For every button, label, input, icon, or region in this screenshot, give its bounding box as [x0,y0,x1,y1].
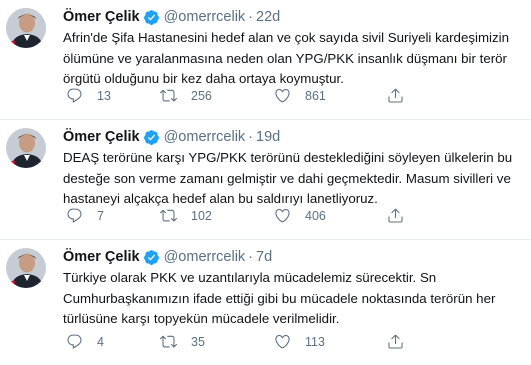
tweet-text: DEAŞ terörüne karşı YPG/PKK terörünü des… [63,148,521,210]
reply-button[interactable]: 13 [66,87,111,104]
tweet-text: Afrin'de Şifa Hastanesini hedef alan ve … [63,28,521,90]
avatar[interactable] [6,128,46,168]
retweet-count: 256 [191,88,212,103]
tweet-text-line: türlüsüne karşı topyekün mücadele verilm… [63,311,340,326]
tweet-timestamp[interactable]: 22d [256,8,280,26]
tweet[interactable]: Ömer Çelik @omerrcelik · 22d Afrin'de Şi… [0,0,531,120]
heart-icon [275,208,290,223]
author-handle[interactable]: @omerrcelik [164,248,246,266]
tweet-header: Ömer Çelik @omerrcelik · 22d [63,8,521,26]
retweet-button[interactable]: 35 [160,333,205,350]
tweet-timestamp[interactable]: 19d [256,128,280,146]
tweet-text-line: ölümüne ve yaralanmasına neden olan YPG/… [63,50,507,66]
tweet-text-line: Afrin'de Şifa Hastanesini hedef alan ve … [63,30,509,45]
separator-dot: · [248,9,254,25]
tweet-timeline: Ömer Çelik @omerrcelik · 22d Afrin'de Şi… [0,0,531,365]
tweet[interactable]: Ömer Çelik @omerrcelik · 7d Türkiye olar… [0,240,531,365]
tweet-header: Ömer Çelik @omerrcelik · 19d [63,128,521,146]
tweet-actions: 13 256 861 [66,87,406,107]
reply-count: 7 [97,208,104,223]
share-icon [388,208,403,223]
tweet-header: Ömer Çelik @omerrcelik · 7d [63,248,521,266]
tweet-actions: 4 35 113 [66,333,406,353]
reply-icon [67,208,82,223]
like-button[interactable]: 406 [274,207,326,224]
verified-badge-icon [143,9,159,25]
author-handle[interactable]: @omerrcelik [164,128,246,146]
retweet-icon [160,209,177,222]
verified-badge-icon [143,249,159,265]
retweet-button[interactable]: 102 [160,207,212,224]
tweet[interactable]: Ömer Çelik @omerrcelik · 19d DEAŞ terörü… [0,120,531,240]
share-button[interactable] [387,87,404,104]
author-name[interactable]: Ömer Çelik [63,8,140,26]
reply-button[interactable]: 4 [66,333,104,350]
tweet-actions: 7 102 406 [66,207,406,227]
heart-icon [275,334,290,349]
separator-dot: · [248,129,254,145]
retweet-icon [160,335,177,348]
reply-count: 4 [97,334,104,349]
avatar[interactable] [6,248,46,288]
separator-dot: · [248,249,254,265]
like-count: 861 [305,88,326,103]
share-icon [388,334,403,349]
heart-icon [275,88,290,103]
reply-icon [67,334,82,349]
like-button[interactable]: 861 [274,87,326,104]
reply-count: 13 [97,88,111,103]
reply-button[interactable]: 7 [66,207,104,224]
tweet-text-line: Cumhurbaşkanımızın ifade ettiği gibi bu … [63,290,496,306]
tweet-text-line: DEAŞ terörüne karşı YPG/PKK terörünü des… [63,150,513,165]
author-name[interactable]: Ömer Çelik [63,128,140,146]
like-count: 113 [305,334,325,349]
avatar[interactable] [6,8,46,48]
retweet-button[interactable]: 256 [160,87,212,104]
retweet-count: 102 [191,208,212,223]
like-count: 406 [305,208,326,223]
share-button[interactable] [387,207,404,224]
retweet-count: 35 [191,334,205,349]
tweet-text: Türkiye olarak PKK ve uzantılarıyla müca… [63,268,521,330]
like-button[interactable]: 113 [274,333,325,350]
tweet-timestamp[interactable]: 7d [256,248,272,266]
share-button[interactable] [387,333,404,350]
tweet-text-line: Türkiye olarak PKK ve uzantılarıyla müca… [63,270,437,285]
retweet-icon [160,89,177,102]
reply-icon [67,88,82,103]
verified-badge-icon [143,129,159,145]
author-name[interactable]: Ömer Çelik [63,248,140,266]
share-icon [388,88,403,103]
tweet-text-line: desteğe son verme zamanı gelmiştir ve da… [63,170,511,186]
author-handle[interactable]: @omerrcelik [164,8,246,26]
